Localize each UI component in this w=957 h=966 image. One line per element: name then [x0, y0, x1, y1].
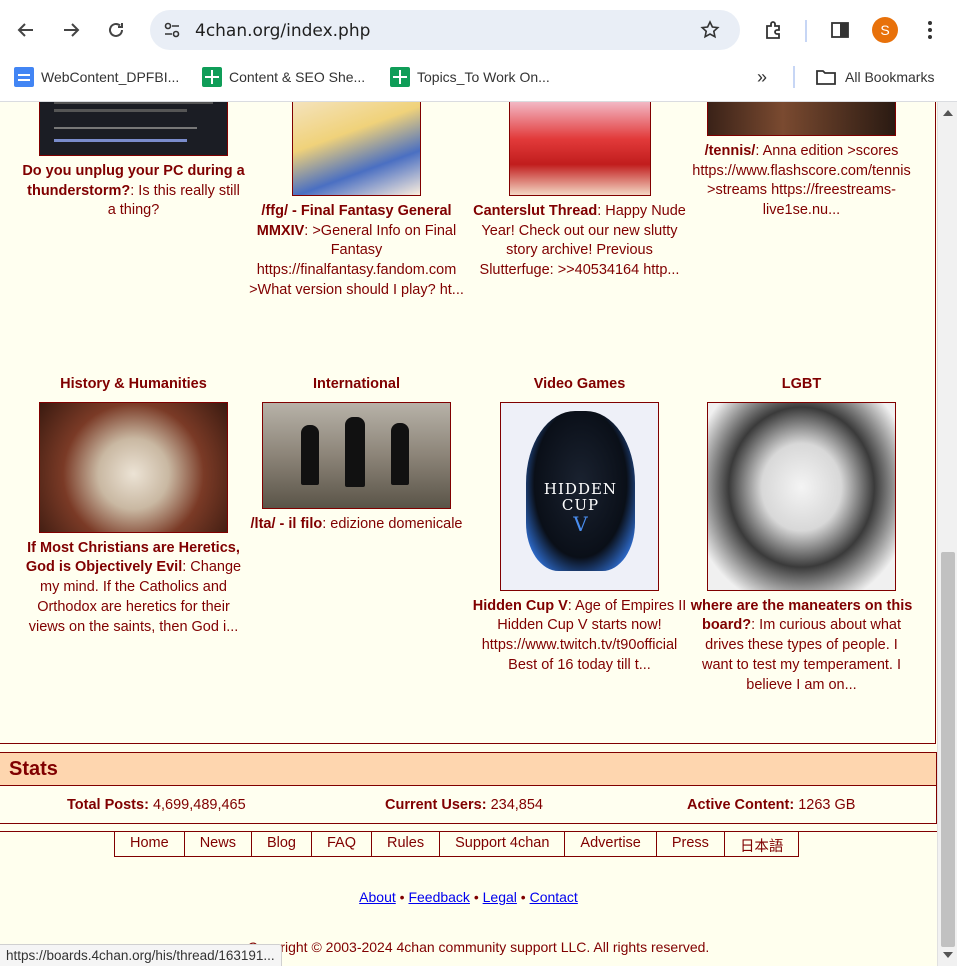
current-users-stat: Current Users: 234,854: [385, 797, 543, 813]
thread-title[interactable]: Hidden Cup V: [473, 598, 568, 614]
thread-teaser: : edizione domenicale: [322, 515, 463, 532]
thread-card: Video Games HIDDEN CUP V Hidden Cup V: Ag…: [468, 375, 691, 676]
bookmarks-overflow-button[interactable]: »: [757, 66, 767, 88]
thread-thumbnail[interactable]: [707, 401, 896, 591]
footer-link-press[interactable]: Press: [655, 831, 724, 856]
link-status-bar: https://boards.4chan.org/his/thread/1631…: [0, 944, 282, 966]
thread-thumbnail[interactable]: [292, 102, 421, 196]
extensions-puzzle-icon[interactable]: [760, 16, 788, 44]
bookmark-item[interactable]: Content & SEO She...: [202, 66, 365, 88]
thread-thumbnail[interactable]: [39, 401, 228, 533]
all-bookmarks-button[interactable]: All Bookmarks: [815, 66, 934, 88]
total-posts-stat: Total Posts: 4,699,489,465: [67, 797, 246, 813]
thread-thumbnail[interactable]: [707, 102, 896, 136]
bookmarks-bar: WebContent_DPFBI... Content & SEO She...…: [0, 62, 957, 92]
board-name[interactable]: Video Games: [468, 375, 691, 395]
board-name[interactable]: History & Humanities: [22, 375, 245, 395]
all-bookmarks-label: All Bookmarks: [845, 69, 935, 85]
popular-threads-box: Do you unplug your PC during a thunderst…: [0, 102, 936, 744]
side-panel-icon[interactable]: [826, 16, 854, 44]
thread-title[interactable]: /tennis/: [705, 143, 756, 159]
thread-card: LGBT where are the maneaters on this boa…: [690, 375, 913, 695]
address-bar[interactable]: 4chan.org/index.php: [150, 10, 740, 50]
site-settings-icon[interactable]: [160, 18, 184, 42]
link-separator: •: [399, 889, 405, 905]
footer-link-support[interactable]: Support 4chan: [439, 831, 564, 856]
docs-icon: [14, 67, 34, 87]
reload-icon[interactable]: [100, 14, 132, 46]
thread-title[interactable]: Canterslut Thread: [473, 203, 597, 219]
stat-label: Active Content:: [687, 797, 795, 813]
footer-links: About • Feedback • Legal • Contact: [0, 889, 937, 905]
stat-label: Current Users:: [385, 797, 487, 813]
active-content-stat: Active Content: 1263 GB: [687, 797, 855, 813]
thread-thumbnail[interactable]: [39, 102, 228, 156]
stat-label: Total Posts:: [67, 797, 149, 813]
link-separator: •: [473, 889, 479, 905]
url-text[interactable]: 4chan.org/index.php: [195, 21, 370, 41]
bookmark-label: Topics_To Work On...: [417, 69, 550, 85]
stats-header: Stats: [0, 753, 936, 786]
thread-card: Do you unplug your PC during a thunderst…: [22, 102, 245, 221]
sheets-icon: [390, 67, 410, 87]
thread-card: /tennis/: Anna edition >scores https://w…: [690, 102, 913, 221]
footer-link-japanese[interactable]: 日本語: [723, 831, 799, 856]
thread-card: /ffg/ - Final Fantasy General MMXIV: >Ge…: [245, 102, 468, 301]
footer-link-faq[interactable]: FAQ: [310, 831, 371, 856]
thread-thumbnail[interactable]: [262, 401, 451, 509]
about-link[interactable]: About: [359, 889, 396, 905]
link-separator: •: [520, 889, 526, 905]
thread-card: Canterslut Thread: Happy Nude Year! Chec…: [468, 102, 691, 281]
back-arrow-icon[interactable]: [10, 14, 42, 46]
thread-thumbnail[interactable]: HIDDEN CUP V: [500, 401, 659, 591]
legal-link[interactable]: Legal: [483, 889, 517, 905]
bookmark-item[interactable]: Topics_To Work On...: [390, 66, 550, 88]
page-content: Do you unplug your PC during a thunderst…: [0, 102, 937, 966]
footer-link-blog[interactable]: Blog: [250, 831, 311, 856]
feedback-link[interactable]: Feedback: [408, 889, 469, 905]
thread-title[interactable]: /lta/ - il filo: [251, 516, 323, 532]
forward-arrow-icon[interactable]: [55, 14, 87, 46]
sheets-icon: [202, 67, 222, 87]
profile-avatar[interactable]: S: [872, 17, 898, 43]
footer-nav: Home News Blog FAQ Rules Support 4chan A…: [114, 831, 800, 857]
bookmark-star-icon[interactable]: [698, 18, 722, 42]
browser-toolbar: 4chan.org/index.php S WebContent_DPFBI..…: [0, 0, 957, 102]
thread-card: History & Humanities If Most Christians …: [22, 375, 245, 637]
stat-value: 4,699,489,465: [152, 797, 246, 813]
scrollbar-thumb[interactable]: [941, 552, 955, 947]
bookmark-item[interactable]: WebContent_DPFBI...: [14, 66, 179, 88]
toolbar-divider: [805, 20, 807, 42]
board-name[interactable]: International: [245, 375, 468, 395]
folder-icon: [816, 70, 836, 85]
thread-thumbnail[interactable]: [508, 102, 651, 196]
footer-link-advertise[interactable]: Advertise: [564, 831, 655, 856]
contact-link[interactable]: Contact: [530, 889, 578, 905]
scroll-up-icon[interactable]: [943, 110, 953, 116]
scroll-down-icon[interactable]: [943, 952, 953, 958]
stat-value: 234,854: [490, 797, 543, 813]
vertical-scrollbar[interactable]: [937, 102, 957, 966]
bookmark-label: WebContent_DPFBI...: [41, 69, 180, 85]
bookmarks-divider: [793, 66, 795, 88]
stats-box: Stats Total Posts: 4,699,489,465 Current…: [0, 752, 937, 824]
thread-card: International /lta/ - il filo: edizione …: [245, 375, 468, 534]
board-name[interactable]: LGBT: [690, 375, 913, 395]
footer-link-home[interactable]: Home: [115, 831, 184, 856]
footer-link-news[interactable]: News: [183, 831, 251, 856]
bookmark-label: Content & SEO She...: [229, 69, 366, 85]
kebab-menu-icon[interactable]: [916, 16, 944, 44]
stat-value: 1263 GB: [798, 797, 856, 813]
footer-link-rules[interactable]: Rules: [371, 831, 439, 856]
